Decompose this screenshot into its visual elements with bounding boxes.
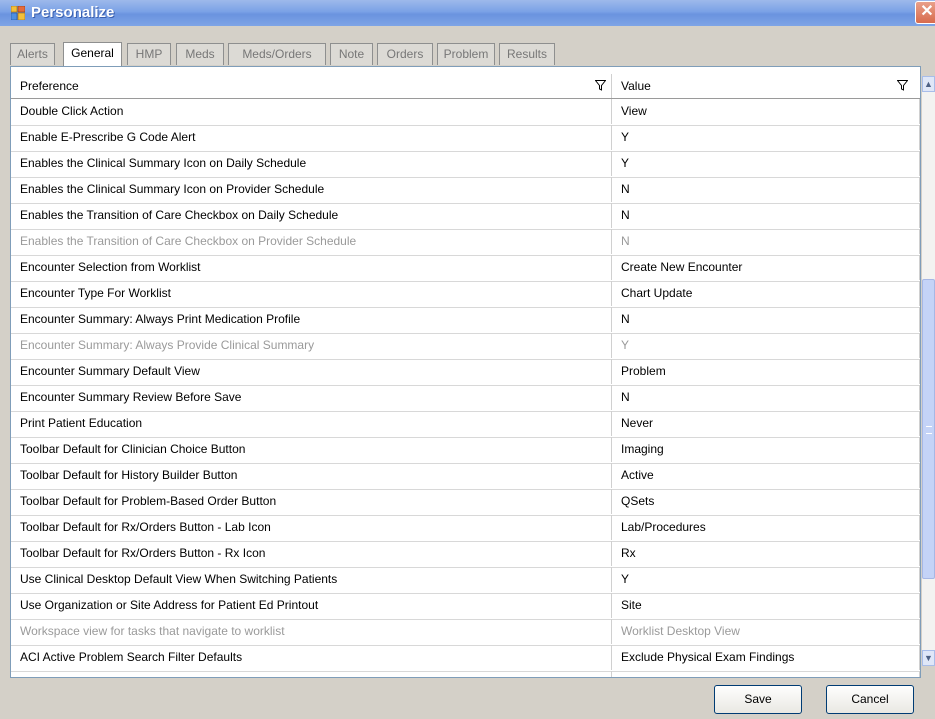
value-column-header[interactable]: Value (612, 74, 920, 98)
table-row[interactable]: Encounter Summary: Always Provide Clinic… (11, 333, 920, 360)
table-row[interactable]: Enable E-Prescribe G Code Alert Y (11, 125, 920, 152)
value-cell[interactable]: Exclude Physical Exam Findings (612, 671, 920, 677)
table-row[interactable]: Enables the Transition of Care Checkbox … (11, 229, 920, 256)
value-cell[interactable]: Imaging (612, 437, 920, 462)
preferences-grid: Preference Value Double Click Action View… (10, 66, 921, 678)
value-cell: N (612, 229, 920, 254)
app-icon (11, 6, 25, 20)
table-row[interactable]: Encounter Selection from Worklist Create … (11, 255, 920, 282)
grid-header: Preference Value (11, 74, 920, 99)
table-row[interactable]: Toolbar Default for Rx/Orders Button - L… (11, 515, 920, 542)
table-row[interactable]: Toolbar Default for History Builder Butt… (11, 463, 920, 490)
preference-cell: Encounter Selection from Worklist (11, 255, 612, 280)
tab-alerts[interactable]: Alerts (10, 43, 55, 65)
value-cell[interactable]: Y (612, 567, 920, 592)
preference-cell: Enables the Clinical Summary Icon on Dai… (11, 151, 612, 176)
preference-cell: Enables the Clinical Summary Icon on Pro… (11, 177, 612, 202)
save-button[interactable]: Save (714, 685, 802, 714)
preference-cell: ACI Active Problem Search Filter Default… (11, 645, 612, 670)
value-cell[interactable]: Y (612, 125, 920, 150)
preference-cell: Toolbar Default for Rx/Orders Button - R… (11, 541, 612, 566)
value-cell: Worklist Desktop View (612, 619, 920, 644)
value-cell[interactable]: Rx (612, 541, 920, 566)
value-cell: Y (612, 333, 920, 358)
preference-cell: Toolbar Default for Rx/Orders Button - L… (11, 515, 612, 540)
preference-cell: Enables the Transition of Care Checkbox … (11, 229, 612, 254)
table-row[interactable]: Print Patient Education Never (11, 411, 920, 438)
preference-cell: Workspace view for tasks that navigate t… (11, 619, 612, 644)
table-row[interactable]: Toolbar Default for Rx/Orders Button - R… (11, 541, 920, 568)
preference-cell: Toolbar Default for History Builder Butt… (11, 463, 612, 488)
value-cell[interactable]: N (612, 385, 920, 410)
preference-cell: Print Patient Education (11, 411, 612, 436)
vertical-scrollbar[interactable]: ▲ ▼ (922, 76, 935, 666)
value-cell[interactable]: Lab/Procedures (612, 515, 920, 540)
value-cell[interactable]: N (612, 177, 920, 202)
preference-cell: Enable E-Prescribe G Code Alert (11, 125, 612, 150)
preference-cell: Use Organization or Site Address for Pat… (11, 593, 612, 618)
table-row[interactable]: Encounter Summary Review Before Save N (11, 385, 920, 412)
table-row[interactable]: Enables the Clinical Summary Icon on Dai… (11, 151, 920, 178)
tab-problem[interactable]: Problem (437, 43, 495, 65)
value-cell[interactable]: Site (612, 593, 920, 618)
scroll-down-icon[interactable]: ▼ (922, 650, 935, 666)
tab-note[interactable]: Note (330, 43, 373, 65)
tab-results[interactable]: Results (499, 43, 555, 65)
tab-meds[interactable]: Meds (176, 43, 224, 65)
preference-cell: Double Click Action (11, 99, 612, 124)
table-row[interactable]: Encounter Summary: Always Print Medicati… (11, 307, 920, 334)
preference-column-header[interactable]: Preference (11, 74, 612, 98)
close-button[interactable]: ✕ (915, 1, 935, 24)
preference-cell: Use Clinical Desktop Default View When S… (11, 567, 612, 592)
preference-filter-icon[interactable] (595, 80, 606, 91)
value-cell[interactable]: Create New Encounter (612, 255, 920, 280)
scroll-grip-icon (926, 426, 932, 434)
preference-cell: Encounter Type For Worklist (11, 281, 612, 306)
preference-cell: Toolbar Default for Problem-Based Order … (11, 489, 612, 514)
preference-cell: Toolbar Default for Clinician Choice But… (11, 437, 612, 462)
table-row[interactable]: Workspace view for tasks that navigate t… (11, 619, 920, 646)
value-cell[interactable]: Never (612, 411, 920, 436)
value-filter-icon[interactable] (897, 80, 908, 91)
value-cell[interactable]: View (612, 99, 920, 124)
value-cell[interactable]: Active (612, 463, 920, 488)
value-cell[interactable]: N (612, 203, 920, 228)
preference-cell: Encounter Summary: Always Print Medicati… (11, 307, 612, 332)
table-row[interactable]: Encounter Summary Default View Problem (11, 359, 920, 386)
value-cell[interactable]: Problem (612, 359, 920, 384)
tab-orders[interactable]: Orders (377, 43, 433, 65)
preference-cell: Encounter Summary Default View (11, 359, 612, 384)
table-row[interactable]: Use Clinical Desktop Default View When S… (11, 567, 920, 594)
title-bar: Personalize ✕ (0, 0, 935, 26)
preference-header-label: Preference (20, 79, 79, 93)
value-cell[interactable]: Chart Update (612, 281, 920, 306)
value-cell[interactable]: N (612, 307, 920, 332)
value-cell[interactable]: Exclude Physical Exam Findings (612, 645, 920, 670)
table-row[interactable]: ACI Family History Search Filter Default… (11, 671, 920, 677)
table-row[interactable]: Toolbar Default for Problem-Based Order … (11, 489, 920, 516)
table-row[interactable]: ACI Active Problem Search Filter Default… (11, 645, 920, 672)
table-row[interactable]: Enables the Transition of Care Checkbox … (11, 203, 920, 230)
tab-general[interactable]: General (63, 42, 122, 66)
window-title: Personalize (31, 4, 115, 21)
table-row[interactable]: Encounter Type For Worklist Chart Update (11, 281, 920, 308)
preference-cell: Encounter Summary: Always Provide Clinic… (11, 333, 612, 358)
tab-hmp[interactable]: HMP (127, 43, 171, 65)
cancel-button[interactable]: Cancel (826, 685, 914, 714)
table-row[interactable]: Toolbar Default for Clinician Choice But… (11, 437, 920, 464)
preference-cell: Enables the Transition of Care Checkbox … (11, 203, 612, 228)
value-cell[interactable]: QSets (612, 489, 920, 514)
value-header-label: Value (621, 79, 651, 93)
tab-meds-orders[interactable]: Meds/Orders (228, 43, 326, 65)
table-row[interactable]: Double Click Action View (11, 99, 920, 126)
preference-cell: ACI Family History Search Filter Default… (11, 671, 612, 677)
preference-cell: Encounter Summary Review Before Save (11, 385, 612, 410)
table-row[interactable]: Use Organization or Site Address for Pat… (11, 593, 920, 620)
table-row[interactable]: Enables the Clinical Summary Icon on Pro… (11, 177, 920, 204)
scroll-up-icon[interactable]: ▲ (922, 76, 935, 92)
value-cell[interactable]: Y (612, 151, 920, 176)
scroll-thumb[interactable] (922, 279, 935, 579)
